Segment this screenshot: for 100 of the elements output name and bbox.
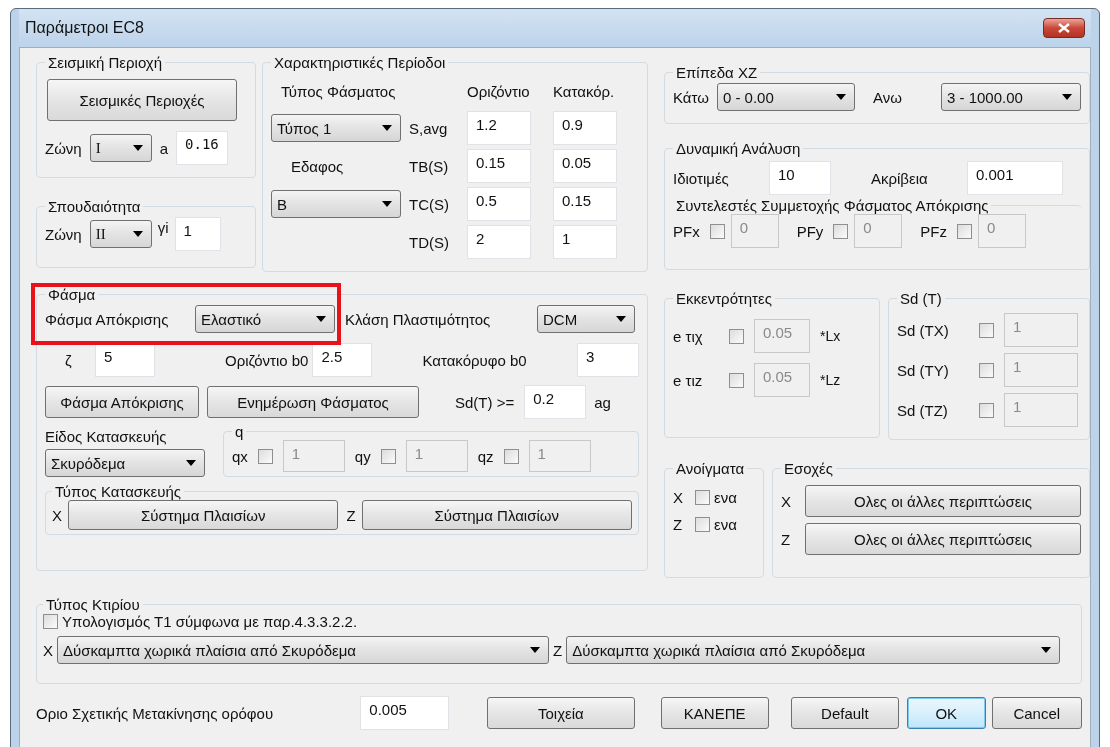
checkbox[interactable] xyxy=(43,614,58,629)
ductility-dropdown[interactable]: DCM xyxy=(537,305,635,333)
checkbox[interactable] xyxy=(695,490,710,505)
dialog-button[interactable]: Cancel xyxy=(991,697,1082,729)
input-field[interactable]: 0.005 xyxy=(360,696,450,730)
group-title: Δυναμική Ανάλυση xyxy=(675,140,802,157)
field-label: PFz xyxy=(920,222,947,240)
checkbox[interactable] xyxy=(957,223,972,239)
input-field[interactable]: 0.2 xyxy=(524,385,587,419)
input-field[interactable]: 0.001 xyxy=(967,161,1063,195)
input-field[interactable]: 0.9 xyxy=(553,111,617,145)
field-label: ζ xyxy=(64,351,73,369)
caret-icon xyxy=(1062,94,1072,100)
unit-label: *Lz xyxy=(820,372,841,388)
recess-button[interactable]: Ολες οι άλλες περιπτώσεις xyxy=(805,485,1081,517)
group-title: Συντελεστές Συμμετοχής Φάσματος Απόκρισης xyxy=(675,197,990,214)
caret-icon xyxy=(530,647,540,653)
group-title: Χαρακτηριστικές Περίοδοι xyxy=(273,54,447,71)
material-dropdown[interactable]: Σκυρόδεμα xyxy=(45,449,205,477)
upper-level-dropdown[interactable]: 3 - 1000.00 xyxy=(941,83,1081,111)
input-field[interactable]: 0.5 xyxy=(467,187,531,221)
checkbox-label: Υπολογισμός Τ1 σύμφωνα με παρ.4.3.3.2.2. xyxy=(62,613,358,630)
lower-level-dropdown[interactable]: 0 - 0.00 xyxy=(716,83,855,111)
input-field[interactable]: 2 xyxy=(467,225,531,259)
input-field[interactable]: 3 xyxy=(577,343,639,377)
axis-label: X xyxy=(52,506,62,524)
window-title: Παράμετροι EC8 xyxy=(25,19,144,37)
input-field[interactable]: 0.15 xyxy=(553,187,617,221)
unit-label: ag xyxy=(594,393,611,411)
group-title: q xyxy=(234,423,245,440)
input-field[interactable]: 1 xyxy=(553,225,617,259)
recess-button[interactable]: Ολες οι άλλες περιπτώσεις xyxy=(805,523,1081,555)
axis-label: Z xyxy=(553,641,563,659)
field-label: Κάτω xyxy=(673,88,709,106)
checkbox[interactable] xyxy=(729,372,744,388)
building-type-dropdown[interactable]: Δύσκαμπτα χωρικά πλαίσια από Σκυρόδεμα xyxy=(566,636,1061,664)
field-label: Είδος Κατασκευής xyxy=(45,428,168,445)
column-header: Κατακόρ. xyxy=(553,82,615,100)
checkbox[interactable] xyxy=(979,322,994,338)
input-field[interactable]: 2.5 xyxy=(312,343,373,377)
close-button[interactable] xyxy=(1043,18,1085,38)
row-label: TC(S) xyxy=(409,195,450,213)
axis-label: X xyxy=(43,641,53,659)
dialog-button[interactable]: ΚΑΝΕΠΕ xyxy=(660,697,769,729)
field-label: Ζώνη xyxy=(45,139,82,157)
group-title: Φάσμα xyxy=(47,286,97,303)
checkbox[interactable] xyxy=(503,448,519,464)
structure-system-button[interactable]: Σύστημα Πλαισίων xyxy=(361,500,632,530)
checkbox[interactable] xyxy=(257,448,273,464)
caret-icon xyxy=(835,94,846,100)
checkbox[interactable] xyxy=(979,362,994,378)
input-field[interactable]: 10 xyxy=(769,161,831,195)
field-label: Ακρίβεια xyxy=(871,169,929,187)
response-dropdown[interactable]: Ελαστικό xyxy=(195,305,335,333)
unit-label: *Lx xyxy=(820,328,841,344)
input-field[interactable]: 1.2 xyxy=(467,111,531,145)
group-title: Εκκεντρότητες xyxy=(675,290,773,307)
zone-dropdown[interactable]: II xyxy=(89,220,152,248)
dialog-button[interactable]: Τοιχεία xyxy=(487,697,635,729)
caret-icon xyxy=(132,145,143,151)
checkbox[interactable] xyxy=(979,402,994,418)
checkbox[interactable] xyxy=(833,223,849,239)
field-label: Κλάση Πλαστιμότητος xyxy=(345,310,492,328)
group-title: Ανοίγματα xyxy=(675,460,746,477)
dialog-button[interactable]: Default xyxy=(790,697,899,729)
input-field[interactable]: 0.15 xyxy=(467,149,531,183)
regions-button[interactable]: Σεισμικές Περιοχές xyxy=(47,79,237,121)
structure-system-button[interactable]: Σύστημα Πλαισίων xyxy=(68,500,339,530)
input-field[interactable]: 0.05 xyxy=(553,149,617,183)
zone-dropdown[interactable]: I xyxy=(89,134,152,162)
field-label: a xyxy=(159,139,169,157)
field-label: Εδαφος xyxy=(290,157,345,175)
checkbox[interactable] xyxy=(695,517,710,532)
spectrum-button[interactable]: Φάσμα Απόκρισης xyxy=(45,386,199,418)
spectrum-type-dropdown[interactable]: Τύπος 1 xyxy=(271,114,401,142)
field-label: PFy xyxy=(796,222,824,240)
field-label: qz xyxy=(477,447,494,465)
caret-icon xyxy=(132,231,143,237)
building-type-dropdown[interactable]: Δύσκαμπτα χωρικά πλαίσια από Σκυρόδεμα xyxy=(57,636,549,664)
input-field[interactable]: 5 xyxy=(95,343,155,377)
axis-label: Z xyxy=(346,506,356,524)
checkbox[interactable] xyxy=(380,448,396,464)
input-field[interactable]: 0.16 xyxy=(176,131,229,165)
field-label: qy xyxy=(354,447,371,465)
input-field[interactable]: 1 xyxy=(174,217,221,251)
update-spectrum-button[interactable]: Ενημέρωση Φάσματος xyxy=(207,386,419,418)
close-icon xyxy=(1058,23,1070,33)
group-title: Σπουδαιότητα xyxy=(47,198,142,215)
checkbox[interactable] xyxy=(709,223,725,239)
field-label: qx xyxy=(232,447,248,465)
caret-icon xyxy=(382,201,392,207)
field-label: Sd (TX) xyxy=(897,321,950,339)
caret-icon xyxy=(382,125,392,131)
checkbox[interactable] xyxy=(729,328,744,344)
group-title: Επίπεδα XZ xyxy=(675,64,759,81)
soil-dropdown[interactable]: B xyxy=(271,190,401,218)
row-label: S,avg xyxy=(409,119,449,137)
caret-icon xyxy=(616,316,626,322)
dialog-button[interactable]: OK xyxy=(906,697,986,729)
field-label: Ανω xyxy=(872,88,902,106)
